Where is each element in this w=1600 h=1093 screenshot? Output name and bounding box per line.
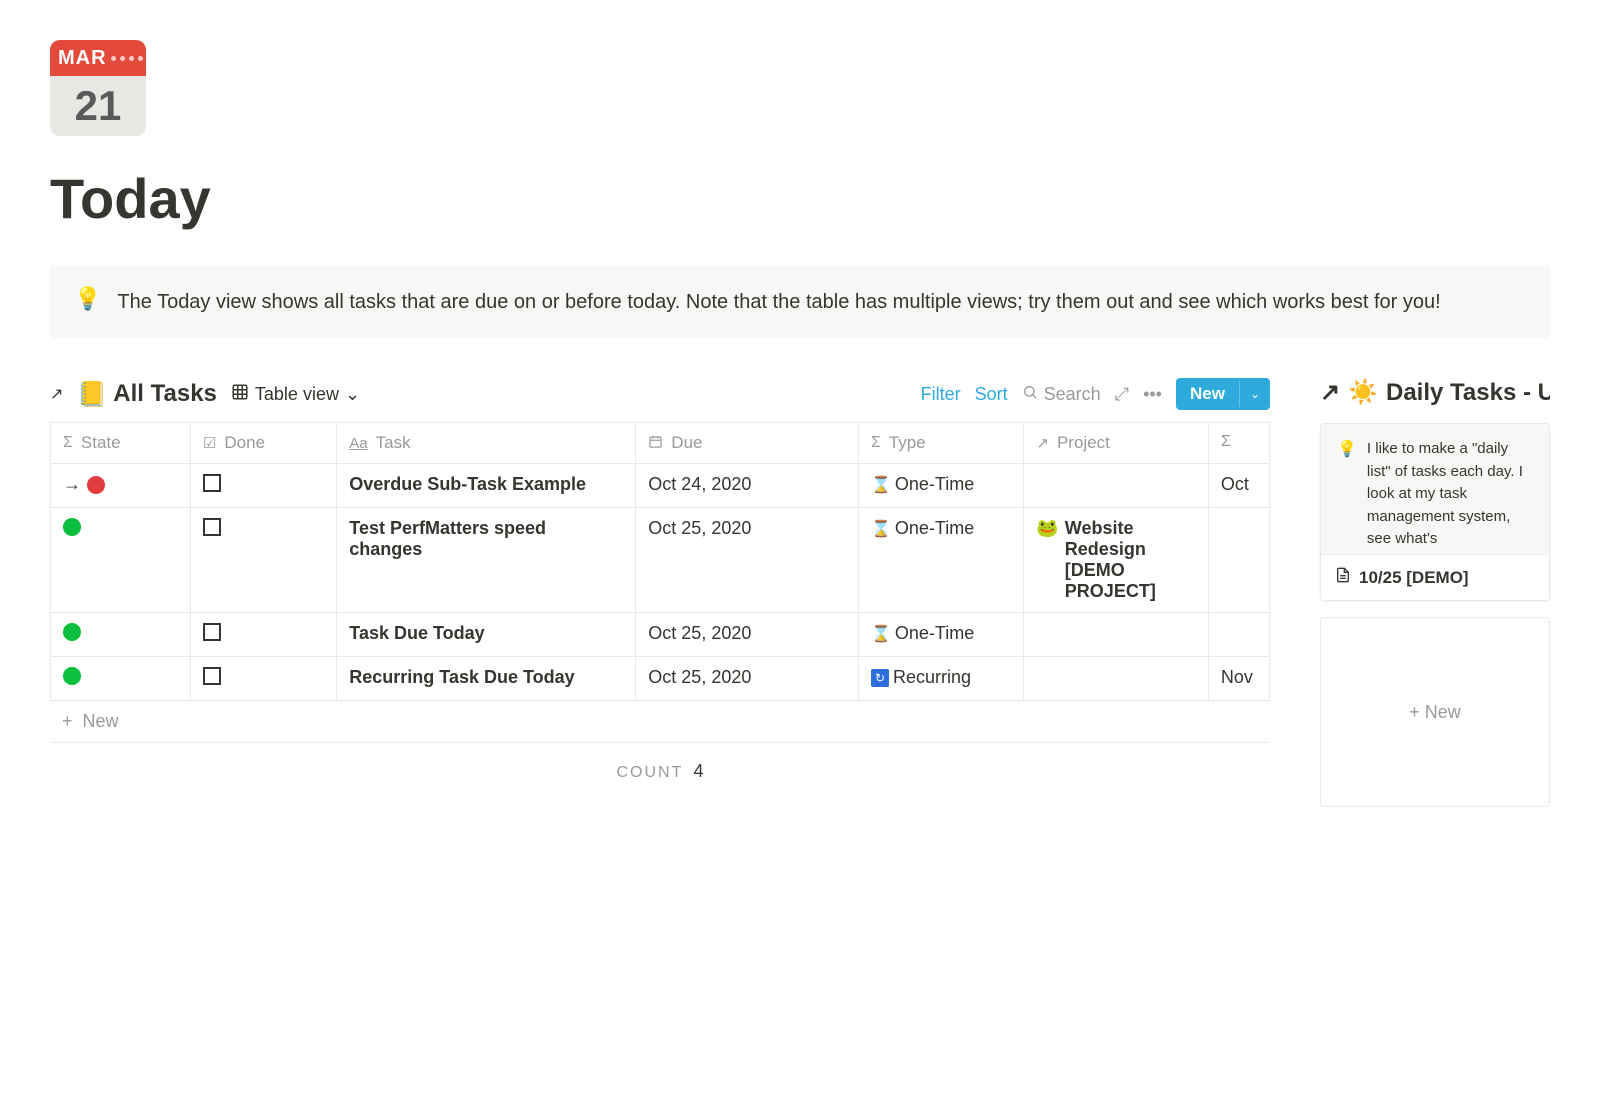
arrow-right-icon: → [63,474,81,495]
expand-button[interactable]: ⤢ [1115,384,1129,405]
done-checkbox[interactable] [203,518,221,536]
relation-icon: ↗ [1036,434,1049,452]
sigma-icon: Σ [63,434,73,452]
task-title[interactable]: Recurring Task Due Today [349,667,574,687]
hourglass-icon: ⌛ [871,519,891,539]
new-row-button[interactable]: + New [50,701,1270,743]
bulb-icon: 💡 [1337,438,1357,540]
search-button[interactable]: Search [1022,384,1101,405]
extra-cell: Oct [1221,474,1249,494]
db-name: All Tasks [113,380,217,408]
open-link-icon: ↗ [1320,378,1340,407]
db-emoji-icon: 📒 [77,380,107,409]
col-type[interactable]: ΣType [858,423,1023,464]
table-row[interactable]: → Overdue Sub-Task Example Oct 24, 2020 … [51,464,1270,508]
task-title[interactable]: Task Due Today [349,623,484,643]
calendar-month: MAR [58,47,107,70]
search-icon [1022,384,1038,405]
date-icon [648,434,663,453]
sigma-icon: Σ [1221,433,1231,451]
calendar-dots-icon [111,56,161,61]
plus-icon: + [1409,702,1420,723]
side-panel: ↗ ☀️ Daily Tasks - U 💡 I like to make a … [1320,378,1550,807]
done-checkbox[interactable] [203,623,221,641]
state-cell [63,623,178,641]
due-date: Oct 24, 2020 [648,474,751,494]
view-label: Table view [255,384,339,405]
status-dot-red [87,476,105,494]
state-cell: → [63,474,178,495]
col-due[interactable]: Due [636,423,859,464]
type-cell: ⌛ One-Time [871,474,1011,495]
col-task[interactable]: AaTask [337,423,636,464]
side-card-footer-text: 10/25 [DEMO] [1359,568,1469,588]
done-checkbox[interactable] [203,667,221,685]
state-cell [63,518,178,536]
count-label: COUNT [616,764,683,781]
side-card[interactable]: 💡 I like to make a "daily list" of tasks… [1320,423,1550,601]
chevron-down-icon: ⌄ [345,384,360,405]
side-title-text: Daily Tasks - U [1386,379,1550,407]
frog-icon: 🐸 [1036,518,1058,539]
type-cell: ⌛ One-Time [871,623,1011,644]
new-button-label: New [1176,378,1239,410]
side-linked-title[interactable]: ↗ ☀️ Daily Tasks - U [1320,378,1550,407]
tasks-table: ΣState ☑Done AaTask Due ΣType [50,422,1270,701]
type-cell: ↻ Recurring [871,667,1011,688]
col-extra[interactable]: Σ [1208,423,1269,464]
view-selector[interactable]: Table view ⌄ [231,383,360,406]
col-done[interactable]: ☑Done [190,423,336,464]
task-title[interactable]: Test PerfMatters speed changes [349,518,546,559]
page-icon[interactable]: MAR 21 [50,40,146,136]
open-link-icon[interactable]: ↗ [50,384,63,404]
sort-button[interactable]: Sort [975,384,1008,405]
due-date: Oct 25, 2020 [648,667,751,687]
project-cell[interactable]: 🐸 Website Redesign [DEMO PROJECT] [1036,518,1196,602]
table-row[interactable]: Test PerfMatters speed changes Oct 25, 2… [51,508,1270,613]
search-label: Search [1044,384,1101,405]
more-button[interactable]: ••• [1143,384,1162,405]
recurring-icon: ↻ [871,669,889,687]
callout-text: The Today view shows all tasks that are … [117,286,1440,318]
callout: 💡 The Today view shows all tasks that ar… [50,266,1550,338]
due-date: Oct 25, 2020 [648,623,751,643]
due-date: Oct 25, 2020 [648,518,751,538]
bulb-icon: 💡 [74,286,101,318]
new-button[interactable]: New ⌄ [1176,378,1270,410]
linked-db-title[interactable]: 📒 All Tasks [77,380,217,409]
task-title[interactable]: Overdue Sub-Task Example [349,474,586,494]
table-row[interactable]: Task Due Today Oct 25, 2020 ⌛ One-Time [51,613,1270,657]
hourglass-icon: ⌛ [871,475,891,495]
table-row[interactable]: Recurring Task Due Today Oct 25, 2020 ↻ … [51,657,1270,701]
side-new-card-button[interactable]: + New [1320,617,1550,807]
table-header-row: ↗ 📒 All Tasks Table view ⌄ Filter Sort S… [50,378,1270,410]
chevron-down-icon[interactable]: ⌄ [1239,381,1270,407]
status-dot-green [63,667,81,685]
done-checkbox[interactable] [203,474,221,492]
filter-button[interactable]: Filter [921,384,961,405]
status-dot-green [63,623,81,641]
sigma-icon: Σ [871,434,881,452]
col-state[interactable]: ΣState [51,423,191,464]
plus-icon: + [62,711,73,731]
page-title[interactable]: Today [50,166,1550,231]
state-cell [63,667,178,685]
type-cell: ⌛ One-Time [871,518,1011,539]
status-dot-green [63,518,81,536]
table-view-icon [231,383,249,406]
main-table-section: ↗ 📒 All Tasks Table view ⌄ Filter Sort S… [50,378,1270,800]
extra-cell: Nov [1221,667,1253,687]
side-card-note-text: I like to make a "daily list" of tasks e… [1367,438,1533,540]
col-project[interactable]: ↗Project [1024,423,1209,464]
calendar-day: 21 [75,82,122,130]
checkbox-icon: ☑ [203,434,216,452]
hourglass-icon: ⌛ [871,624,891,644]
count-value: 4 [694,761,704,781]
document-icon [1335,567,1351,588]
text-icon: Aa [349,435,367,452]
count-footer: COUNT 4 [50,743,1270,800]
sun-icon: ☀️ [1348,378,1378,407]
